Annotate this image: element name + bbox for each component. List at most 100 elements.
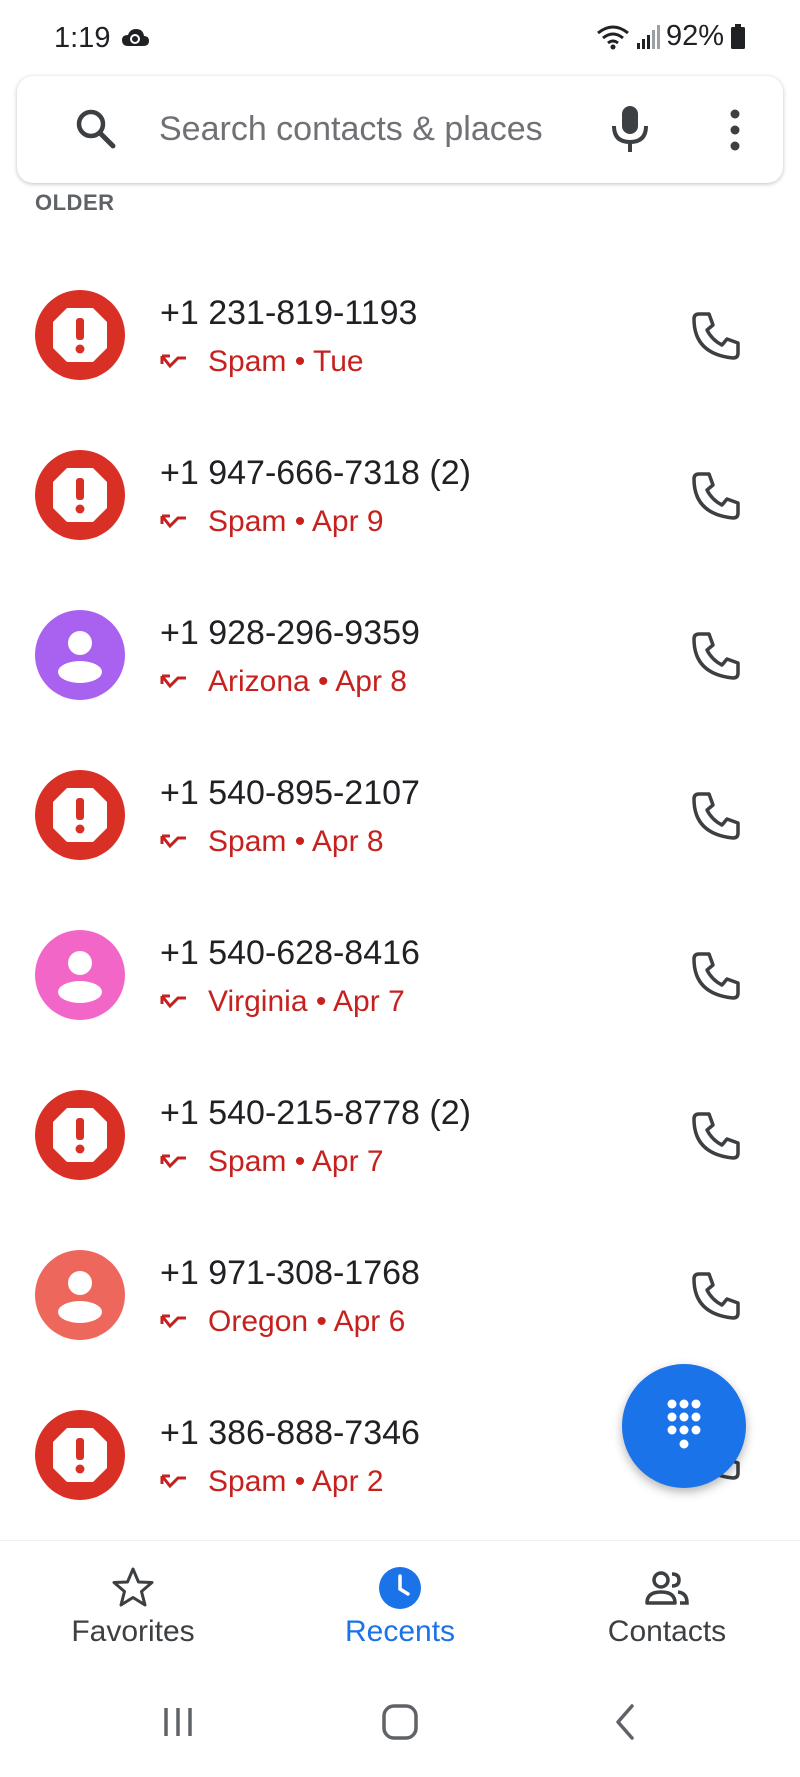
call-label: Virginia xyxy=(208,985,308,1018)
dialpad-button[interactable] xyxy=(622,1364,746,1488)
call-log-item[interactable]: +1 947-666-7318 (2) Spam • Apr 9 xyxy=(0,414,800,574)
system-navigation-bar xyxy=(0,1666,800,1777)
recent-apps-icon[interactable] xyxy=(150,1694,206,1750)
call-log-list: +1 231-819-1193 Spam • Tue +1 947-666-73… xyxy=(0,254,800,1534)
call-count: (2) xyxy=(429,454,471,492)
phone-icon[interactable] xyxy=(690,950,742,1002)
back-icon[interactable] xyxy=(598,1694,654,1750)
search-bar[interactable]: Search contacts & places xyxy=(17,76,783,183)
phone-number: +1 540-215-8778 (2) xyxy=(160,1094,471,1132)
missed-call-icon xyxy=(160,514,186,529)
spam-avatar xyxy=(35,1410,125,1500)
call-label: Oregon xyxy=(208,1305,309,1338)
missed-call-icon xyxy=(160,834,186,849)
tab-contacts[interactable]: Contacts xyxy=(534,1541,800,1667)
search-input[interactable]: Search contacts & places xyxy=(159,110,543,149)
call-label: Spam xyxy=(208,345,287,378)
call-meta: Virginia • Apr 7 xyxy=(160,982,405,1022)
contacts-icon xyxy=(645,1571,689,1605)
phone-number: +1 540-628-8416 xyxy=(160,934,420,972)
more-options-icon[interactable] xyxy=(715,106,755,154)
call-log-item[interactable]: +1 540-895-2107 Spam • Apr 8 xyxy=(0,734,800,894)
tab-contacts-label: Contacts xyxy=(607,1615,727,1648)
phone-number: +1 540-895-2107 xyxy=(160,774,420,812)
missed-call-icon xyxy=(160,994,186,1009)
call-date: Apr 7 xyxy=(333,985,405,1018)
microphone-icon[interactable] xyxy=(608,104,652,154)
call-date: Apr 2 xyxy=(311,1465,384,1498)
status-icons: 92% xyxy=(596,20,746,53)
tab-recents[interactable]: Recents xyxy=(267,1541,533,1667)
phone-number: +1 947-666-7318 (2) xyxy=(160,454,471,492)
phone-icon[interactable] xyxy=(690,630,742,682)
phone-icon[interactable] xyxy=(690,790,742,842)
call-meta: Oregon • Apr 6 xyxy=(160,1302,405,1342)
clock-icon xyxy=(379,1567,421,1609)
spam-avatar xyxy=(35,1090,125,1180)
call-label: Spam xyxy=(208,1145,287,1178)
battery-percent: 92% xyxy=(665,20,724,52)
spam-avatar xyxy=(35,770,125,860)
spam-avatar xyxy=(35,450,125,540)
phone-icon[interactable] xyxy=(690,1270,742,1322)
contact-avatar xyxy=(35,1250,125,1340)
call-log-item[interactable]: +1 928-296-9359 Arizona • Apr 8 xyxy=(0,574,800,734)
section-header-older: OLDER xyxy=(35,190,115,215)
home-icon[interactable] xyxy=(372,1694,428,1750)
call-meta: Spam • Tue xyxy=(160,342,364,382)
bottom-navigation: Favorites Recents Contacts xyxy=(0,1540,800,1666)
call-label: Spam xyxy=(208,825,287,858)
phone-number: +1 386-888-7346 xyxy=(160,1414,420,1452)
status-bar: 1:19 92% xyxy=(0,0,800,76)
phone-icon[interactable] xyxy=(690,310,742,362)
cloud-sync-icon xyxy=(122,29,149,46)
missed-call-icon xyxy=(160,1474,186,1489)
call-meta: Spam • Apr 2 xyxy=(160,1462,384,1502)
contact-avatar xyxy=(35,930,125,1020)
missed-call-icon xyxy=(160,674,186,689)
phone-icon[interactable] xyxy=(690,470,742,522)
call-meta: Arizona • Apr 8 xyxy=(160,662,407,702)
missed-call-icon xyxy=(160,1314,186,1329)
tab-recents-label: Recents xyxy=(344,1615,456,1648)
spam-avatar xyxy=(35,290,125,380)
status-time: 1:19 xyxy=(54,22,111,54)
call-date: Apr 8 xyxy=(335,665,407,698)
spam-warning-icon xyxy=(53,308,107,362)
call-label: Spam xyxy=(208,505,287,538)
call-log-item[interactable]: +1 540-215-8778 (2) Spam • Apr 7 xyxy=(0,1054,800,1214)
call-log-item[interactable]: +1 971-308-1768 Oregon • Apr 6 xyxy=(0,1214,800,1374)
call-log-item[interactable]: +1 540-628-8416 Virginia • Apr 7 xyxy=(0,894,800,1054)
spam-warning-icon xyxy=(53,1428,107,1482)
person-icon xyxy=(58,951,102,1003)
call-date: Apr 6 xyxy=(333,1305,406,1338)
contact-avatar xyxy=(35,610,125,700)
phone-icon[interactable] xyxy=(690,1110,742,1162)
call-date: Apr 8 xyxy=(311,825,384,858)
wifi-icon xyxy=(597,25,629,49)
tab-favorites[interactable]: Favorites xyxy=(0,1541,266,1667)
call-meta: Spam • Apr 7 xyxy=(160,1142,384,1182)
search-icon[interactable] xyxy=(73,106,119,152)
dialpad-icon xyxy=(667,1399,701,1449)
call-date: Tue xyxy=(313,345,364,378)
call-date: Apr 7 xyxy=(311,1145,384,1178)
call-label: Arizona xyxy=(208,665,310,698)
signal-icon xyxy=(636,24,660,49)
phone-number: +1 231-819-1193 xyxy=(160,294,418,332)
phone-number: +1 971-308-1768 xyxy=(160,1254,420,1292)
call-meta: Spam • Apr 8 xyxy=(160,822,384,862)
call-log-item[interactable]: +1 231-819-1193 Spam • Tue xyxy=(0,254,800,414)
call-date: Apr 9 xyxy=(311,505,384,538)
tab-favorites-label: Favorites xyxy=(71,1615,195,1648)
call-label: Spam xyxy=(208,1465,287,1498)
missed-call-icon xyxy=(160,1154,186,1169)
call-meta: Spam • Apr 9 xyxy=(160,502,384,542)
phone-number: +1 928-296-9359 xyxy=(160,614,420,652)
star-icon xyxy=(112,1567,154,1607)
call-count: (2) xyxy=(429,1094,471,1132)
person-icon xyxy=(58,1271,102,1323)
battery-icon xyxy=(731,23,745,49)
missed-call-icon xyxy=(160,354,186,369)
spam-warning-icon xyxy=(53,468,107,522)
